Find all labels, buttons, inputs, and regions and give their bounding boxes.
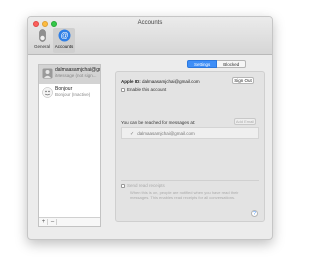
sign-out-button[interactable]: Sign Out: [232, 77, 254, 84]
toolbar-accounts-label: Accounts: [54, 44, 74, 49]
send-receipts-checkbox[interactable]: [121, 183, 125, 188]
toolbar-general-label: General: [33, 44, 50, 49]
account-row-imessage[interactable]: dalmaasamjchai@gmai... iMessage (not sig…: [39, 65, 100, 84]
tab-settings[interactable]: Settings: [187, 60, 218, 68]
account-status: Bonjour (Inactive): [55, 92, 91, 97]
remove-account-button[interactable]: –: [49, 219, 57, 225]
at-sign-icon: @: [58, 29, 70, 42]
toolbar-general[interactable]: General: [31, 28, 53, 53]
tab-bar: Settings Blocked: [187, 60, 247, 68]
apple-id-row: Apple ID: dalmaasamjchai@gmail.com: [121, 79, 200, 84]
bonjour-icon: [42, 87, 53, 98]
tab-blocked[interactable]: Blocked: [217, 60, 247, 68]
add-email-button[interactable]: Add Email: [234, 118, 256, 125]
divider: [121, 180, 259, 181]
send-receipts-label: Send read receipts: [127, 183, 165, 188]
account-avatar-icon: [42, 68, 53, 79]
checkmark-icon: ✓: [130, 131, 135, 137]
send-receipts-row[interactable]: Send read receipts: [121, 183, 165, 188]
title-bar: Accounts General @ Accounts: [28, 17, 272, 55]
reach-address-item[interactable]: ✓ dalmaasamjchai@gmail.com: [130, 131, 195, 137]
apple-id-value: dalmaasamjchai@gmail.com: [142, 79, 200, 84]
reach-label: You can be reached for messages at:: [121, 120, 196, 125]
window-title: Accounts: [137, 20, 163, 26]
add-account-button[interactable]: +: [40, 219, 48, 225]
enable-account-label: Enable this account: [127, 87, 167, 92]
reach-address: dalmaasamjchai@gmail.com: [137, 131, 195, 136]
help-button[interactable]: ?: [251, 210, 258, 217]
enable-account-row[interactable]: Enable this account: [121, 87, 166, 92]
enable-account-checkbox[interactable]: [121, 87, 125, 92]
send-receipts-description: When this is on, people are notified whe…: [130, 190, 239, 200]
switch-icon: [38, 29, 46, 42]
accounts-window: Accounts General @ Accounts dalmaasamjch…: [27, 16, 273, 240]
svg-text:@: @: [60, 31, 68, 40]
account-status: iMessage (not sign...: [55, 73, 97, 78]
apple-id-label: Apple ID:: [121, 79, 141, 84]
sidebar-footer: + –: [39, 217, 100, 226]
account-row-bonjour[interactable]: Bonjour Bonjour (Inactive): [39, 84, 100, 103]
settings-panel: Apple ID: dalmaasamjchai@gmail.com Sign …: [115, 71, 265, 222]
accounts-sidebar: dalmaasamjchai@gmai... iMessage (not sig…: [38, 64, 101, 227]
toolbar-accounts[interactable]: @ Accounts: [53, 28, 75, 53]
reach-address-list: ✓ dalmaasamjchai@gmail.com: [121, 127, 259, 139]
